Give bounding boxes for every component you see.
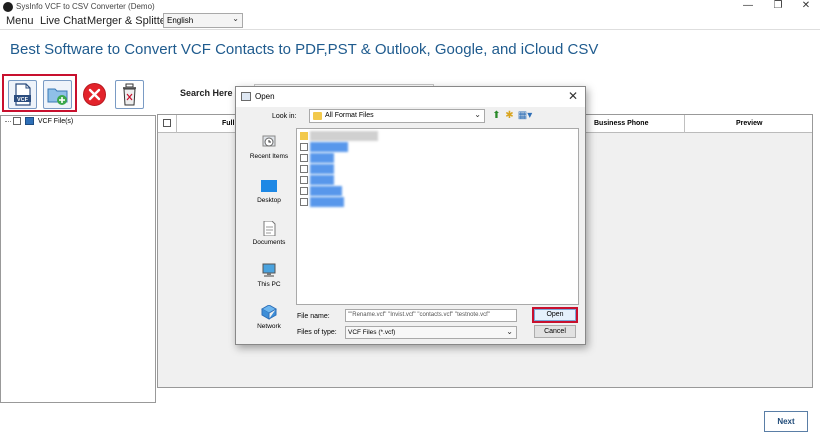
- app-logo-icon: [3, 2, 13, 12]
- file-name-input[interactable]: ""Rename.vcf" "Invist.vcf" "contacts.vcf…: [345, 309, 517, 322]
- dialog-app-icon: [241, 92, 251, 101]
- column-header-business-phone[interactable]: Business Phone: [594, 120, 648, 127]
- open-button[interactable]: Open: [534, 309, 576, 321]
- folder-add-icon: [47, 88, 68, 105]
- places-bar: Recent Items Desktop Documents This PC N…: [244, 129, 289, 339]
- vcf-file-icon: [300, 187, 308, 195]
- chevron-down-icon: ⌄: [474, 110, 481, 119]
- file-list[interactable]: [296, 128, 579, 305]
- vcf-file-icon: [300, 154, 308, 162]
- list-item-file[interactable]: [300, 186, 345, 196]
- close-circle-icon: [83, 83, 106, 106]
- recent-items-icon: [261, 135, 277, 150]
- trash-icon: [123, 83, 136, 106]
- remove-file-button[interactable]: [80, 80, 109, 109]
- place-label: Recent Items: [249, 153, 289, 160]
- vcf-file-icon: [300, 143, 308, 151]
- column-header-preview[interactable]: Preview: [736, 120, 762, 127]
- redacted-name: [310, 142, 348, 152]
- up-folder-icon[interactable]: ⬆: [491, 110, 502, 121]
- tree-root-item[interactable]: VCF File(s): [5, 117, 73, 125]
- vcf-file-icon: [300, 165, 308, 173]
- vcf-folder-icon: [24, 117, 34, 125]
- add-vcf-file-button[interactable]: VCF: [8, 80, 37, 109]
- dialog-close-button[interactable]: ✕: [568, 89, 578, 103]
- look-in-value: All Format Files: [325, 112, 374, 119]
- window-title: SysInfo VCF to CSV Converter (Demo): [16, 2, 155, 11]
- vcf-file-icon: VCF: [14, 83, 31, 106]
- redacted-name: [310, 186, 342, 196]
- folder-icon: [313, 112, 322, 120]
- menu-divider: [0, 29, 820, 30]
- redacted-name: [310, 131, 378, 141]
- minimize-button[interactable]: —: [735, 0, 761, 14]
- place-this-pc[interactable]: This PC: [242, 263, 296, 288]
- redacted-name: [310, 164, 334, 174]
- add-folder-button[interactable]: [43, 80, 72, 109]
- place-desktop[interactable]: Desktop: [242, 179, 296, 204]
- look-in-label: Look in:: [272, 113, 297, 120]
- list-item-file[interactable]: [300, 153, 335, 163]
- documents-icon: [261, 220, 277, 237]
- vcf-file-icon: [300, 176, 308, 184]
- redacted-name: [310, 175, 334, 185]
- folder-icon: [300, 132, 308, 140]
- page-heading: Best Software to Convert VCF Contacts to…: [10, 41, 599, 58]
- menu-item-merger-splitter[interactable]: Merger & Splitter: [87, 15, 170, 27]
- next-button[interactable]: Next: [764, 411, 808, 432]
- list-item-file[interactable]: [300, 164, 335, 174]
- place-label: Desktop: [257, 197, 281, 204]
- redacted-name: [310, 197, 344, 207]
- place-label: Network: [257, 323, 281, 330]
- open-file-dialog: Open ✕ Look in: All Format Files ⌄ ⬆ ✱ ▦…: [235, 86, 586, 345]
- place-recent-items[interactable]: Recent Items: [242, 135, 296, 160]
- list-item-file[interactable]: [300, 197, 345, 207]
- dialog-title: Open: [255, 92, 275, 101]
- files-of-type-value: VCF Files (*.vcf): [348, 329, 396, 336]
- vcf-icon-label: VCF: [17, 97, 29, 103]
- new-folder-icon[interactable]: ✱: [504, 110, 515, 121]
- vcf-file-icon: [300, 198, 308, 206]
- column-divider: [176, 115, 177, 133]
- view-menu-icon[interactable]: ▦▾: [517, 110, 533, 121]
- list-item-file[interactable]: [300, 175, 335, 185]
- menu-item-menu[interactable]: Menu: [6, 15, 34, 27]
- place-network[interactable]: Network: [242, 304, 296, 330]
- look-in-select[interactable]: All Format Files ⌄: [309, 109, 485, 123]
- place-label: This PC: [257, 281, 281, 288]
- tree-connector: [5, 120, 11, 122]
- list-item-file[interactable]: [300, 142, 350, 152]
- delete-all-button[interactable]: [115, 80, 144, 109]
- language-value: English: [167, 16, 194, 25]
- files-of-type-select[interactable]: VCF Files (*.vcf) ⌄: [345, 326, 517, 339]
- network-icon: [260, 304, 278, 320]
- chevron-down-icon: ⌄: [232, 14, 239, 23]
- file-tree-panel: [0, 115, 156, 403]
- tree-root-checkbox[interactable]: [12, 117, 21, 125]
- select-all-checkbox[interactable]: [163, 119, 171, 127]
- maximize-button[interactable]: ❐: [765, 0, 791, 14]
- column-divider: [684, 115, 685, 133]
- tree-root-label: VCF File(s): [37, 117, 74, 125]
- column-header-full-name[interactable]: Full: [222, 120, 234, 127]
- computer-icon: [261, 263, 277, 278]
- language-select[interactable]: English ⌄: [163, 13, 243, 28]
- place-label: Documents: [252, 239, 286, 246]
- chevron-down-icon: ⌄: [506, 327, 513, 336]
- file-name-label: File name:: [297, 313, 330, 320]
- redacted-name: [310, 153, 334, 163]
- place-documents[interactable]: Documents: [242, 220, 296, 246]
- list-item-folder[interactable]: [300, 131, 380, 141]
- menu-item-live-chat[interactable]: Live Chat: [40, 15, 86, 27]
- dialog-title-bar: [236, 87, 585, 107]
- files-of-type-label: Files of type:: [297, 329, 337, 336]
- search-label: Search Here :-: [180, 88, 242, 98]
- cancel-button[interactable]: Cancel: [534, 325, 576, 338]
- desktop-icon: [261, 179, 277, 194]
- close-button[interactable]: ✕: [793, 0, 819, 14]
